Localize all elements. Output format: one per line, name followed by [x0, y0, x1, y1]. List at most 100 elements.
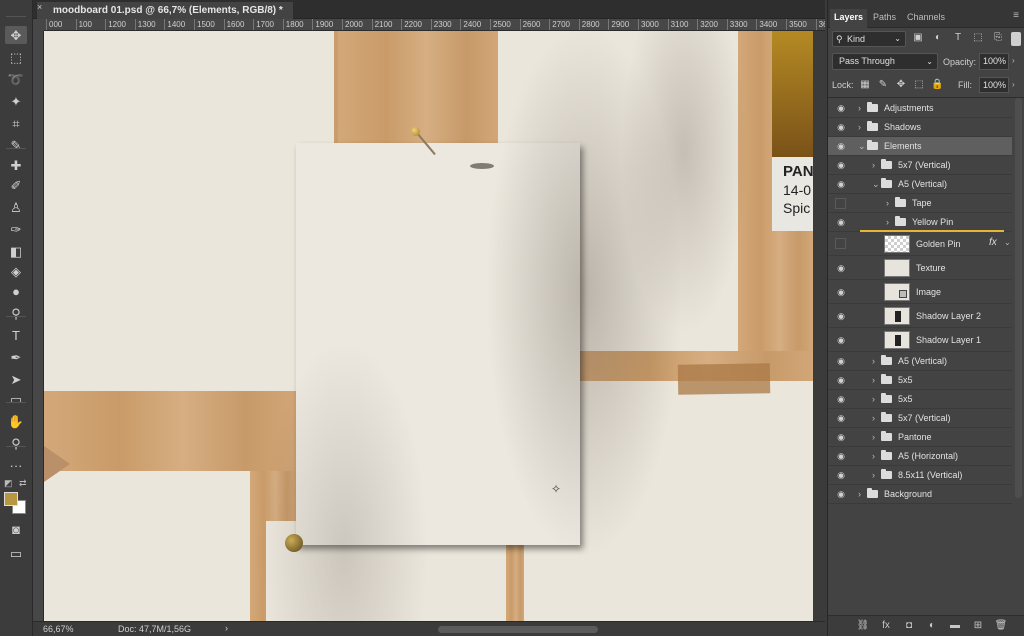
eraser-icon[interactable]: ◧ [5, 242, 27, 260]
visibility-eye-icon[interactable]: ◉ [836, 160, 846, 170]
layer-row[interactable]: ◉ › 5x7 (Vertical) [828, 409, 1012, 428]
visibility-eye-icon[interactable]: ◉ [836, 413, 846, 423]
visibility-eye-icon[interactable]: ◉ [836, 489, 846, 499]
chevron-right-icon[interactable]: › [872, 394, 875, 404]
chevron-right-icon[interactable]: › [886, 198, 889, 208]
layer-row[interactable]: ◉ › 5x5 [828, 390, 1012, 409]
visibility-eye-icon[interactable]: ◉ [836, 141, 846, 151]
chevron-right-icon[interactable]: › [872, 470, 875, 480]
chevron-right-icon[interactable]: › [858, 103, 861, 113]
healing-icon[interactable]: ✚ [5, 156, 27, 174]
layer-row[interactable]: › Tape [828, 194, 1012, 213]
layer-row[interactable]: ◉ › Adjustments [828, 99, 1012, 118]
swap-colors-icon[interactable]: ⇄ [19, 478, 27, 489]
tab-channels[interactable]: Channels [907, 12, 945, 22]
marquee-icon[interactable]: ⬚ [5, 48, 27, 66]
layer-row[interactable]: ◉ Image [828, 280, 1012, 304]
chevron-right-icon[interactable]: › [872, 432, 875, 442]
layer-thumbnail[interactable] [884, 259, 910, 277]
layer-row[interactable]: ◉ › 5x7 (Vertical) [828, 156, 1012, 175]
layer-row[interactable]: ◉ › Pantone [828, 428, 1012, 447]
bucket-icon[interactable]: ◈ [5, 262, 27, 280]
chevron-right-icon[interactable]: › [872, 356, 875, 366]
horizontal-ruler[interactable]: 000 100 1200 1300 1400 1500 1600 1700 1800 1900 20… [44, 19, 825, 31]
visibility-eye-icon[interactable]: ◉ [836, 470, 846, 480]
screen-mode-icon[interactable]: ▭ [5, 544, 27, 562]
adjustment-filter-icon[interactable]: ◐ [932, 32, 944, 44]
quick-mask-icon[interactable]: ◙ [5, 520, 27, 538]
chevron-right-icon[interactable]: › [858, 122, 861, 132]
layer-row[interactable]: ◉ Shadow Layer 2 [828, 304, 1012, 328]
link-icon[interactable]: ⛓ [856, 620, 870, 632]
filter-kind-select[interactable]: ⚲ Kind ⌄ [832, 31, 906, 47]
visibility-toggle-off[interactable] [835, 238, 846, 249]
chevron-right-icon[interactable]: › [872, 451, 875, 461]
layer-row[interactable]: ◉ ⌄ A5 (Vertical) [828, 175, 1012, 194]
fill-input[interactable]: 100% [979, 77, 1009, 93]
layer-row[interactable]: ◉ ⌄ Elements [828, 137, 1012, 156]
lock-image-icon[interactable]: ✎ [877, 79, 889, 91]
pixel-filter-icon[interactable]: ▣ [912, 32, 924, 44]
stamp-icon[interactable]: ♙ [5, 198, 27, 216]
pen-icon[interactable]: ✒ [5, 348, 27, 366]
chevron-right-icon[interactable]: › [858, 489, 861, 499]
tab-paths[interactable]: Paths [873, 12, 896, 22]
tab-layers[interactable]: Layers [834, 12, 863, 22]
layer-thumbnail[interactable] [884, 331, 910, 349]
visibility-eye-icon[interactable]: ◉ [836, 263, 846, 273]
path-select-icon[interactable]: ➤ [5, 370, 27, 388]
rectangle-icon[interactable]: ▭ [5, 390, 27, 408]
layers-scrollbar[interactable] [1015, 98, 1022, 498]
visibility-eye-icon[interactable]: ◉ [836, 375, 846, 385]
hand-icon[interactable]: ✋ [5, 412, 27, 430]
type-icon[interactable]: T [5, 326, 27, 344]
horizontal-scrollbar[interactable] [438, 626, 598, 633]
close-tab-icon[interactable]: × [37, 2, 42, 12]
layer-thumbnail[interactable] [884, 235, 910, 253]
visibility-eye-icon[interactable]: ◉ [836, 217, 846, 227]
brush-icon[interactable]: ✐ [5, 176, 27, 194]
vertical-ruler[interactable] [33, 31, 44, 621]
layer-row[interactable]: Golden Pin fx ⌄ [828, 232, 1012, 256]
visibility-eye-icon[interactable]: ◉ [836, 122, 846, 132]
new-group-icon[interactable]: ▬ [948, 620, 962, 632]
new-layer-icon[interactable]: ⊞ [971, 620, 985, 632]
visibility-eye-icon[interactable]: ◉ [836, 335, 846, 345]
status-menu-arrow-icon[interactable]: › [225, 623, 228, 633]
fill-dropdown-icon[interactable]: › [1012, 80, 1015, 89]
visibility-eye-icon[interactable]: ◉ [836, 311, 846, 321]
blend-mode-select[interactable]: Pass Through ⌄ [832, 53, 938, 70]
layer-row[interactable]: ◉ › A5 (Vertical) [828, 352, 1012, 371]
more-tools-icon[interactable]: ··· [5, 456, 27, 474]
layer-row[interactable]: ◉ › 8.5x11 (Vertical) [828, 466, 1012, 485]
dodge-icon[interactable]: ⚲ [5, 304, 27, 322]
lock-position-icon[interactable]: ✥ [895, 79, 907, 91]
shape-filter-icon[interactable]: ⬚ [972, 32, 984, 44]
layer-row[interactable]: ◉ Shadow Layer 1 [828, 328, 1012, 352]
document-tab[interactable]: moodboard 01.psd @ 66,7% (Elements, RGB/… [37, 2, 293, 19]
opacity-dropdown-icon[interactable]: › [1012, 56, 1015, 65]
chevron-right-icon[interactable]: › [872, 375, 875, 385]
layer-row[interactable]: ◉ › A5 (Horizontal) [828, 447, 1012, 466]
layer-row[interactable]: ◉ › 5x5 [828, 371, 1012, 390]
opacity-input[interactable]: 100% [979, 53, 1009, 70]
chevron-right-icon[interactable]: › [872, 413, 875, 423]
adjustment-icon[interactable]: ◐ [925, 620, 939, 632]
panel-menu-icon[interactable]: ≡ [1013, 10, 1019, 21]
visibility-toggle-off[interactable] [835, 198, 846, 209]
chevron-right-icon[interactable]: › [886, 217, 889, 227]
layer-row[interactable]: ◉ Texture [828, 256, 1012, 280]
trash-icon[interactable]: 🗑 [994, 620, 1008, 632]
smart-object-filter-icon[interactable]: ⎘ [992, 32, 1004, 44]
visibility-eye-icon[interactable]: ◉ [836, 179, 846, 189]
visibility-eye-icon[interactable]: ◉ [836, 432, 846, 442]
chevron-down-icon[interactable]: ⌄ [1004, 238, 1011, 247]
lasso-icon[interactable]: ➰ [5, 70, 27, 88]
fx-icon[interactable]: fx [879, 620, 893, 632]
foreground-color-swatch[interactable] [4, 492, 18, 506]
chevron-down-icon[interactable]: ⌄ [858, 141, 866, 151]
lock-transparent-icon[interactable]: ▦ [859, 79, 871, 91]
chevron-down-icon[interactable]: ⌄ [872, 179, 880, 189]
history-brush-icon[interactable]: ✑ [5, 220, 27, 238]
magic-wand-icon[interactable]: ✦ [5, 92, 27, 110]
